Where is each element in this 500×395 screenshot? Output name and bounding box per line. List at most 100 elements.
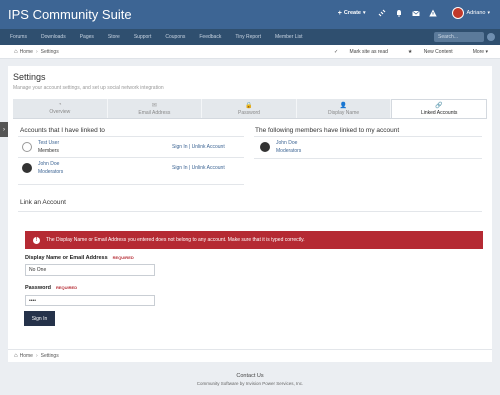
- link-account-heading: Link an Account: [20, 199, 66, 206]
- nav-item-store[interactable]: Store: [108, 34, 120, 40]
- user-icon: 👤: [339, 102, 348, 109]
- tab-password[interactable]: 🔒 Password: [202, 99, 297, 118]
- row-actions[interactable]: Sign In | Unlink Account: [172, 165, 225, 171]
- divider: [18, 136, 244, 137]
- search-input[interactable]: Search...: [434, 32, 484, 42]
- label-text: Password: [25, 285, 51, 291]
- member-name[interactable]: John Doe: [276, 140, 301, 146]
- breadcrumb-home[interactable]: Home: [20, 49, 33, 55]
- caret-down-icon: ▾: [363, 10, 366, 16]
- page-title: Settings: [13, 72, 46, 82]
- nav-item-member-list[interactable]: Member List: [275, 34, 303, 40]
- error-message: The Display Name or Email Address you en…: [46, 237, 305, 243]
- contact-link[interactable]: Contact Us: [0, 373, 500, 379]
- nav-item-feedback[interactable]: Feedback: [199, 34, 221, 40]
- divider: [18, 184, 244, 185]
- breadcrumb: ⌂ Home › Settings: [14, 353, 59, 359]
- main-navigation: Forums Downloads Pages Store Support Cou…: [0, 29, 500, 45]
- tab-label: Email Address: [138, 109, 171, 116]
- header-actions: + Create ▾ Adriano ▾: [338, 7, 490, 19]
- list-item: Test User Members: [22, 140, 59, 154]
- linked-by-heading: The following members have linked to my …: [255, 127, 400, 134]
- breadcrumb-bar: ⌂ Home › Settings ✓ Mark site as read ★ …: [0, 45, 500, 59]
- member-group: Moderators: [38, 169, 64, 175]
- breadcrumb-actions: ✓ Mark site as read ★ New Content More ▾: [314, 49, 488, 55]
- breadcrumb-current[interactable]: Settings: [41, 49, 59, 55]
- sidebar-toggle[interactable]: ›: [0, 122, 8, 137]
- gauge-icon: ◔: [57, 102, 62, 108]
- check-icon: ✓: [333, 49, 340, 55]
- nav-item-forums[interactable]: Forums: [10, 34, 27, 40]
- settings-tabs: ◔ Overview ✉ Email Address 🔒 Password 👤 …: [13, 99, 487, 119]
- user-name: Adriano: [466, 10, 486, 16]
- footer-breadcrumb-bar: ⌂ Home › Settings: [8, 349, 492, 362]
- lock-icon: 🔒: [245, 102, 253, 109]
- tab-display-name[interactable]: 👤 Display Name: [296, 99, 392, 118]
- label-text: Display Name or Email Address: [25, 255, 108, 261]
- powered-by[interactable]: Community Software by Invision Power Ser…: [0, 381, 500, 386]
- error-alert: ! The Display Name or Email Address you …: [25, 231, 483, 249]
- chevron-right-icon: ›: [35, 353, 38, 359]
- password-field-label: Password REQUIRED: [25, 285, 77, 291]
- envelope-icon[interactable]: [412, 9, 421, 18]
- create-button[interactable]: + Create ▾: [338, 10, 366, 17]
- member-group: Members: [38, 148, 59, 154]
- chevron-right-icon: ›: [35, 49, 38, 55]
- member-name[interactable]: Test User: [38, 140, 59, 146]
- nav-item-coupons[interactable]: Coupons: [165, 34, 185, 40]
- envelope-icon: ✉: [151, 102, 157, 109]
- divider: [254, 136, 482, 137]
- divider: [254, 158, 482, 159]
- site-header: IPS Community Suite + Create ▾ Adriano ▾: [0, 0, 500, 29]
- bell-icon[interactable]: [395, 9, 404, 18]
- link-icon: 🔗: [435, 103, 443, 109]
- tab-label: Display Name: [328, 109, 360, 116]
- plus-icon: +: [337, 9, 342, 17]
- avatar: [22, 142, 32, 152]
- tab-email-address[interactable]: ✉ Email Address: [107, 99, 203, 118]
- tab-label: Linked Accounts: [420, 110, 458, 116]
- list-item: John Doe Moderators: [260, 140, 301, 154]
- member-group: Moderators: [276, 148, 302, 154]
- required-badge: REQUIRED: [55, 285, 78, 290]
- new-content-button[interactable]: ★ New Content: [398, 49, 453, 55]
- nav-item-support[interactable]: Support: [134, 34, 152, 40]
- name-field-label: Display Name or Email Address REQUIRED: [25, 255, 134, 261]
- create-label: Create: [343, 10, 361, 16]
- row-actions[interactable]: Sign In | Unlink Account: [172, 144, 225, 150]
- tab-overview[interactable]: ◔ Overview: [13, 99, 108, 118]
- tab-label: Overview: [49, 109, 71, 115]
- avatar: [22, 163, 32, 173]
- member-name[interactable]: John Doe: [38, 161, 63, 167]
- avatar: [451, 7, 464, 19]
- nav-item-tiny-report[interactable]: Tiny Report: [235, 34, 261, 40]
- more-button[interactable]: More ▾: [463, 49, 488, 55]
- name-field[interactable]: No One: [25, 264, 155, 276]
- tab-label: Password: [238, 109, 260, 116]
- warning-icon[interactable]: [429, 9, 438, 18]
- divider: [18, 157, 244, 158]
- mark-read-label: Mark site as read: [349, 49, 388, 55]
- breadcrumb-current[interactable]: Settings: [41, 353, 59, 359]
- search-icon[interactable]: [487, 33, 495, 41]
- settings-panel: Settings Manage your account settings, a…: [8, 66, 492, 349]
- user-menu[interactable]: Adriano ▾: [451, 7, 490, 19]
- site-title[interactable]: IPS Community Suite: [8, 7, 132, 22]
- list-item: John Doe Moderators: [22, 161, 63, 175]
- breadcrumb-home[interactable]: Home: [20, 353, 33, 359]
- link-icon[interactable]: [378, 9, 387, 18]
- password-field[interactable]: ••••: [25, 295, 155, 306]
- avatar: [260, 142, 270, 152]
- divider: [18, 211, 482, 212]
- caret-down-icon: ▾: [487, 10, 490, 16]
- more-label: More: [472, 49, 485, 55]
- new-content-label: New Content: [423, 49, 453, 55]
- nav-item-pages[interactable]: Pages: [80, 34, 94, 40]
- tab-linked-accounts[interactable]: 🔗 Linked Accounts: [391, 99, 487, 118]
- home-icon: ⌂: [14, 353, 18, 359]
- mark-read-button[interactable]: ✓ Mark site as read: [324, 49, 388, 55]
- required-badge: REQUIRED: [112, 255, 134, 260]
- page-subtitle: Manage your account settings, and set up…: [13, 85, 164, 91]
- sign-in-button[interactable]: Sign In: [24, 311, 55, 326]
- nav-item-downloads[interactable]: Downloads: [41, 34, 66, 40]
